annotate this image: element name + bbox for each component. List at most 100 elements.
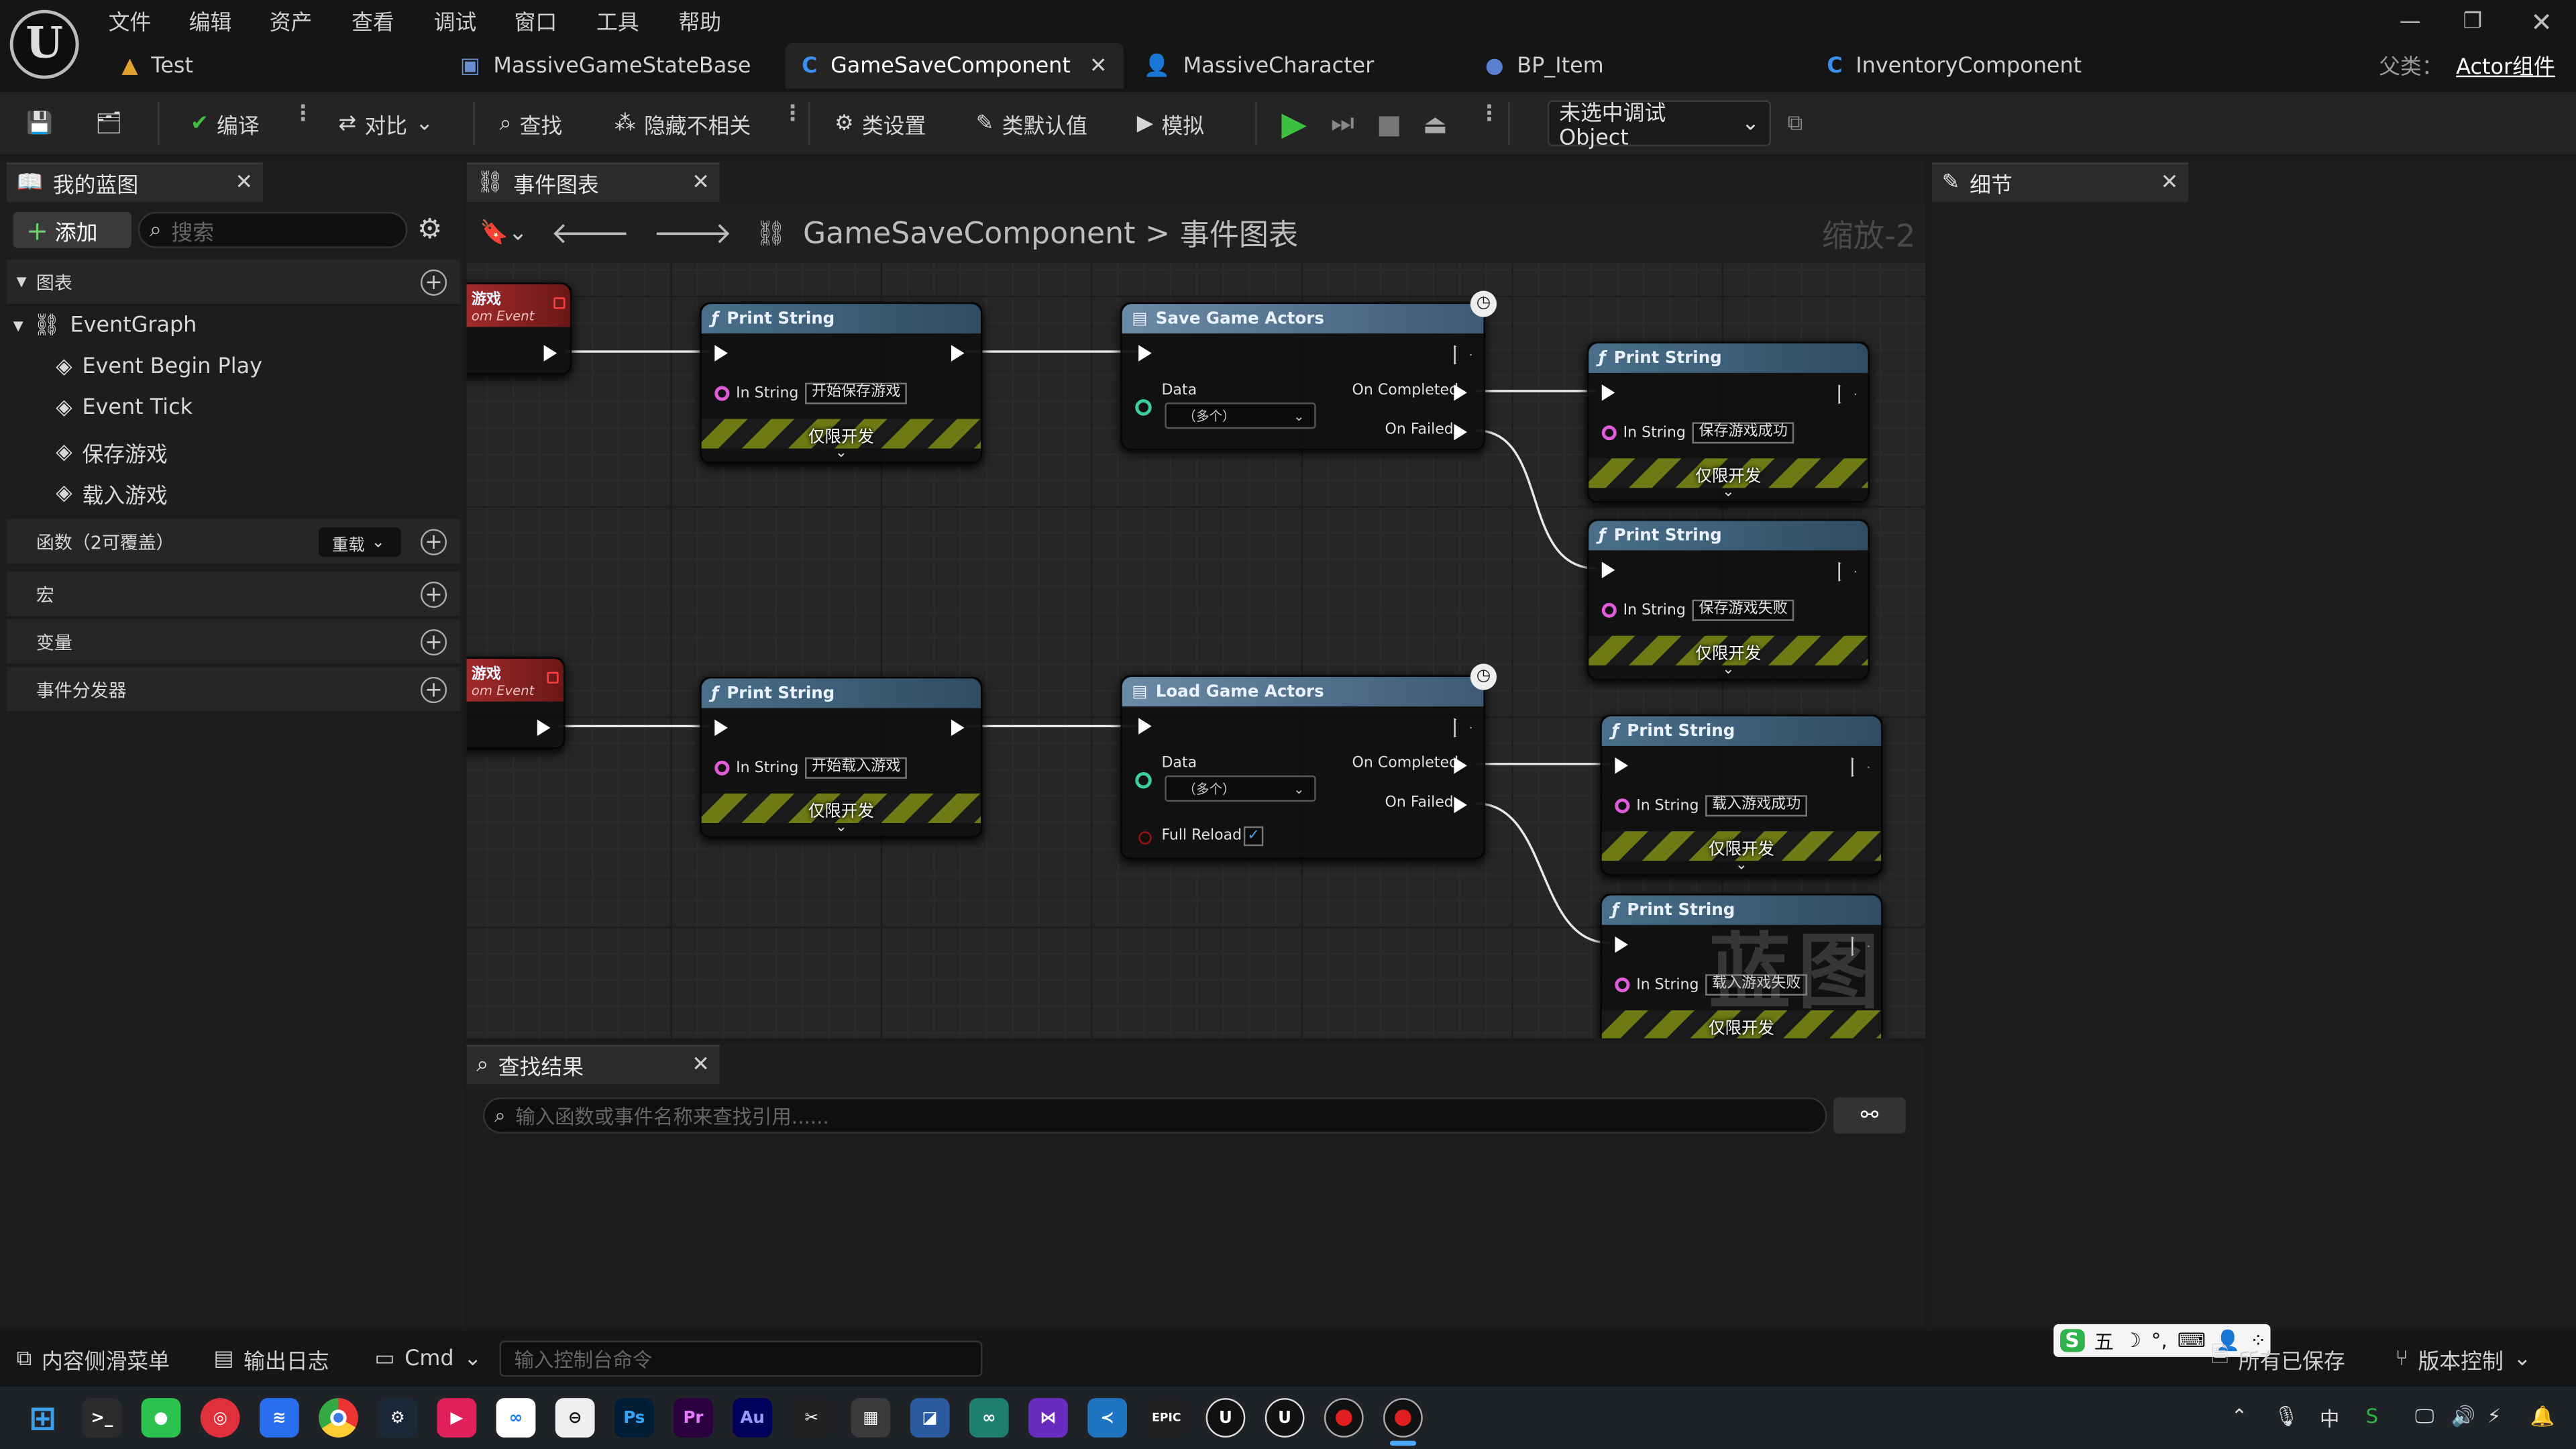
delegate-pin-icon[interactable] — [547, 672, 559, 684]
save-button[interactable]: 💾 — [16, 102, 62, 145]
close-icon[interactable]: ✕ — [692, 1053, 710, 1078]
on-failed-pin[interactable] — [1454, 423, 1467, 441]
compile-button[interactable]: ✔ 编译 — [180, 102, 269, 145]
tab-bp-item[interactable]: ● BP_Item — [1468, 43, 1620, 89]
settings-gear-icon[interactable]: ⚙ — [417, 213, 442, 246]
string-pin-icon[interactable] — [1601, 425, 1617, 441]
output-log-button[interactable]: ▤ 输出日志 — [213, 1340, 329, 1377]
restore-icon[interactable]: ❐ — [2448, 3, 2497, 40]
on-completed-pin[interactable] — [1454, 384, 1467, 401]
expand-chevron-icon[interactable]: ⌄ — [1589, 662, 1868, 678]
debug-browse-icon[interactable]: ⧉ — [1778, 102, 1813, 145]
save-game-actors-node[interactable]: ▤ Save Game Actors ◷ Data （多个） ⌄ On Compl… — [1120, 290, 1497, 451]
vscode-icon[interactable]: ≺ — [1087, 1398, 1128, 1438]
menu-window[interactable]: 窗口 — [515, 5, 557, 36]
unreal-logo-icon[interactable]: U — [9, 9, 79, 79]
browse-button[interactable]: 🗂 — [85, 102, 132, 145]
binoculars-icon[interactable]: ⚯ — [1833, 1097, 1906, 1134]
delegate-pin-icon[interactable] — [553, 297, 566, 309]
input-language[interactable]: 中 — [2320, 1405, 2339, 1433]
feishu-icon[interactable]: ≋ — [259, 1398, 299, 1438]
compile-options-icon[interactable]: ⋮ — [282, 102, 323, 145]
unreal-engine-icon[interactable]: U — [1205, 1398, 1246, 1438]
print-string-node[interactable]: ƒ Print String In String 开始保存游戏 仅限开发 ⌄ — [700, 302, 983, 464]
tab-event-graph[interactable]: ⛓ 事件图表 ✕ — [466, 162, 720, 203]
close-icon[interactable]: ✕ — [235, 171, 253, 196]
exec-out-pin[interactable] — [951, 719, 965, 737]
parent-class-link[interactable]: Actor组件 — [2456, 49, 2555, 80]
string-pin-icon[interactable] — [714, 386, 730, 401]
obs-icon[interactable]: ⊖ — [555, 1398, 595, 1438]
exec-in-pin[interactable] — [1601, 561, 1615, 579]
find-search-input[interactable]: ⌕ 输入函数或事件名称来查找引用...... — [483, 1097, 1827, 1134]
unreal-engine-icon[interactable]: U — [1265, 1398, 1305, 1438]
data-pin-icon[interactable] — [1135, 399, 1152, 416]
override-dropdown[interactable]: 重载 ⌄ — [319, 527, 401, 557]
exec-in-pin[interactable] — [1601, 384, 1615, 401]
exec-out-pin[interactable] — [543, 345, 557, 362]
breadcrumb-root[interactable]: GameSaveComponent — [803, 216, 1135, 250]
section-functions[interactable]: 函数（2可覆盖） 重载 ⌄ + — [6, 519, 460, 566]
section-macros[interactable]: 宏 + — [6, 572, 460, 618]
tab-project[interactable]: ▲ Test — [105, 43, 210, 89]
data-dropdown[interactable]: （多个） ⌄ — [1165, 402, 1316, 429]
full-reload-checkbox[interactable]: ✓ — [1243, 826, 1264, 847]
add-button[interactable]: + 添加 — [13, 211, 131, 248]
forward-arrow-icon[interactable]: 🡒 — [653, 216, 732, 250]
exec-in-pin[interactable] — [1615, 936, 1628, 953]
string-pin-icon[interactable] — [1601, 602, 1617, 618]
step-icon[interactable]: ⏭ — [1321, 102, 1364, 145]
blueprint-search-input[interactable]: ⌕ 搜索 — [138, 211, 408, 248]
print-string-node[interactable]: ƒ Print String In String 载入游戏成功 仅限开发 ⌄ — [1600, 714, 1883, 876]
play-options-icon[interactable]: ⋮ — [1468, 102, 1509, 145]
play-icon[interactable]: ▶ — [1272, 102, 1317, 145]
exec-out-pin[interactable] — [1838, 384, 1851, 400]
menu-view[interactable]: 查看 — [352, 5, 394, 36]
string-pin-icon[interactable] — [1615, 977, 1630, 993]
tree-event-save-game[interactable]: ◈ 保存游戏 — [56, 437, 168, 468]
menu-file[interactable]: 文件 — [109, 5, 152, 36]
expand-chevron-icon[interactable]: ⌄ — [702, 820, 981, 836]
diff-button[interactable]: ⇄ 对比 ⌄ — [329, 102, 443, 145]
custom-event-save-node[interactable]: 游戏 om Event — [466, 282, 572, 375]
tab-details[interactable]: ✎ 细节 ✕ — [1932, 162, 2189, 203]
network-tool-icon[interactable]: ◪ — [910, 1398, 950, 1438]
meta-icon[interactable]: ∞ — [496, 1398, 536, 1438]
load-game-actors-node[interactable]: ▤ Load Game Actors ◷ Data （多个） ⌄ On Compl… — [1120, 663, 1497, 859]
record-active-icon[interactable] — [1383, 1398, 1423, 1438]
tray-overflow-icon[interactable]: ⌃ — [2231, 1405, 2248, 1428]
exec-in-pin[interactable] — [714, 345, 728, 362]
tree-eventgraph[interactable]: ▼ ⛓ EventGraph — [13, 314, 197, 339]
stop-icon[interactable]: ■ — [1367, 102, 1411, 145]
calculator-icon[interactable]: ▦ — [851, 1398, 891, 1438]
breadcrumb-leaf[interactable]: 事件图表 — [1180, 212, 1298, 255]
exec-out-pin[interactable] — [1454, 718, 1467, 734]
menu-help[interactable]: 帮助 — [678, 5, 721, 36]
tab-massivecharacter[interactable]: 👤 MassiveCharacter — [1127, 43, 1391, 89]
menu-debug[interactable]: 调试 — [434, 5, 477, 36]
content-drawer-button[interactable]: ⧉ 内容侧滑菜单 — [16, 1340, 170, 1377]
tab-find-results[interactable]: ⌕ 查找结果 ✕ — [466, 1044, 720, 1085]
wechat-icon[interactable]: ● — [141, 1398, 181, 1438]
debug-object-select[interactable]: 未选中调试Object ⌄ — [1547, 100, 1772, 151]
tab-inventorycomponent[interactable]: C InventoryComponent — [1811, 43, 2098, 89]
data-dropdown[interactable]: （多个） ⌄ — [1165, 775, 1316, 802]
chrome-icon[interactable] — [319, 1398, 358, 1438]
source-control-button[interactable]: ⑂ 版本控制 ⌄ — [2396, 1340, 2532, 1377]
hide-options-icon[interactable]: ⋮ — [772, 102, 813, 145]
graph-canvas[interactable]: 游戏 om Event 游戏 om Event ƒ Print String In… — [466, 262, 1926, 1038]
battery-icon[interactable]: ⚡ — [2487, 1405, 2502, 1428]
premiere-icon[interactable]: Pr — [674, 1398, 713, 1438]
tree-event-begin-play[interactable]: ◈ Event Begin Play — [56, 355, 262, 380]
section-event-dispatchers[interactable]: 事件分发器 + — [6, 667, 460, 713]
on-failed-pin[interactable] — [1454, 796, 1467, 814]
epic-games-icon[interactable]: EPIC — [1146, 1398, 1187, 1438]
all-saved-indicator[interactable]: 🗎 所有已保存 — [2211, 1340, 2345, 1377]
menu-assets[interactable]: 资产 — [270, 5, 313, 36]
section-graphs[interactable]: ▼ 图表 + — [6, 259, 460, 306]
microphone-icon[interactable]: 🎙 — [2273, 1405, 2298, 1428]
add-variable-icon[interactable]: + — [420, 629, 447, 656]
bool-pin-icon[interactable] — [1138, 831, 1152, 845]
add-function-icon[interactable]: + — [420, 529, 447, 555]
network-icon[interactable]: 🖵 — [2415, 1405, 2434, 1430]
